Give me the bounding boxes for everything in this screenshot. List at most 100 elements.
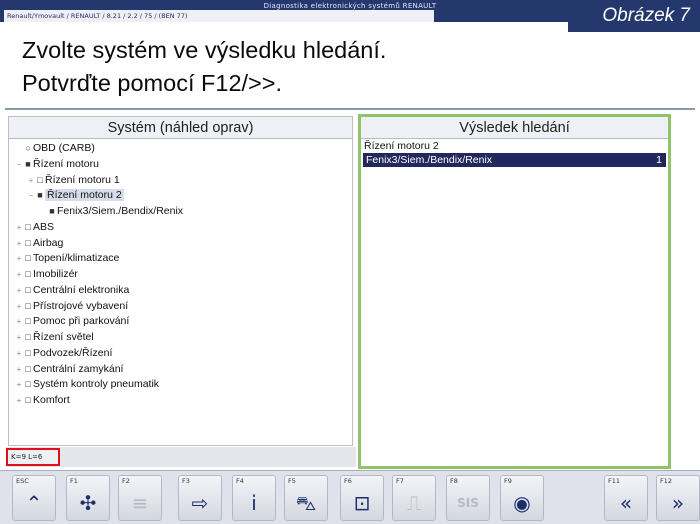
- search-result-panel: Výsledek hledání Řízení motoru 2 Fenix3/S…: [358, 114, 671, 469]
- function-key-label: F9: [504, 477, 512, 485]
- expand-icon[interactable]: +: [15, 220, 23, 236]
- tree-item[interactable]: ○ OBD (CARB): [9, 141, 352, 157]
- tree-node-icon: □: [25, 237, 31, 248]
- tree-node-icon: □: [25, 269, 31, 279]
- function-key-label: F1: [70, 477, 78, 485]
- system-tree-panel: Systém (náhled oprav) ○ OBD (CARB) − ■ Řízen…: [8, 116, 353, 446]
- tree-item-label: OBD (CARB): [33, 142, 95, 154]
- function-key-label: ESC: [16, 477, 29, 485]
- divider: [5, 108, 695, 110]
- tree-item-label: Podvozek/Řízení: [33, 346, 113, 359]
- info-icon: i: [251, 491, 257, 515]
- expand-icon[interactable]: +: [15, 267, 23, 283]
- function-key-f11[interactable]: F11 «: [604, 475, 648, 521]
- expand-icon[interactable]: +: [15, 314, 23, 330]
- tree-item-label: Řízení světel: [33, 331, 94, 343]
- tree-item[interactable]: + □ Komfort: [9, 393, 352, 409]
- function-key-label: F11: [608, 477, 621, 485]
- function-key-label: F7: [396, 477, 404, 485]
- tree-node-icon: ■: [37, 190, 43, 201]
- function-key-toolbar: ESC ⌃ F1 ✣ F2 ≡ F3 ⇨ F4 i F5 ⛍ F6 ⊡ F7 ⎍ F8 SIS F9 ◉ F11 «F12…: [0, 470, 700, 524]
- expand-icon[interactable]: +: [15, 251, 23, 267]
- tree-item[interactable]: + □ Topení/klimatizace: [9, 251, 352, 267]
- tree-item-label: Řízení motoru 1: [45, 173, 120, 186]
- tree-item[interactable]: + □ Centrální zamykání: [9, 362, 352, 378]
- tree-node-icon: □: [25, 221, 31, 232]
- function-key-f12[interactable]: F12 »: [656, 475, 700, 521]
- instruction-text: Zvolte systém ve výsledku hledání. Potvr…: [22, 34, 662, 100]
- result-count: 1: [656, 154, 662, 166]
- expand-icon[interactable]: +: [15, 330, 23, 346]
- function-key-f1[interactable]: F1 ✣: [66, 475, 110, 521]
- expand-icon[interactable]: +: [15, 346, 23, 362]
- puzzle-icon: ✣: [79, 491, 97, 515]
- tree-item[interactable]: + □ Řízení motoru 1: [9, 173, 352, 189]
- system-tree-header: Systém (náhled oprav): [9, 117, 352, 139]
- tree-node-icon: □: [25, 363, 31, 374]
- tree-item[interactable]: ■ Fenix3/Siem./Bendix/Renix: [9, 204, 352, 220]
- status-indicator: K=9 L=6: [6, 448, 60, 466]
- tree-item-label: Komfort: [33, 394, 70, 406]
- tree-item-label: Systém kontroly pneumatik: [33, 378, 160, 391]
- result-label: Řízení motoru 2: [364, 140, 439, 152]
- enter-arrow-icon: ⇨: [191, 491, 209, 515]
- function-key-esc[interactable]: ESC ⌃: [12, 475, 56, 521]
- collapse-icon[interactable]: −: [27, 188, 35, 204]
- car-icon: ⛍: [295, 491, 317, 515]
- function-key-f9[interactable]: F9 ◉: [500, 475, 544, 521]
- function-key-f2[interactable]: F2 ≡: [118, 475, 162, 521]
- tree-item[interactable]: − ■ Řízení motoru 2: [9, 188, 352, 204]
- function-key-label: F6: [344, 477, 352, 485]
- back-icon: «: [619, 491, 633, 515]
- tree-node-icon: ○: [25, 143, 31, 153]
- function-key-f5[interactable]: F5 ⛍: [284, 475, 328, 521]
- tree-item[interactable]: + □ Přístrojové vybavení: [9, 299, 352, 315]
- tree-item[interactable]: + □ Systém kontroly pneumatik: [9, 377, 352, 393]
- expand-icon[interactable]: +: [27, 173, 35, 189]
- tree-item[interactable]: + □ Airbag: [9, 236, 352, 252]
- tree-node-icon: ■: [49, 206, 55, 216]
- tree-node-icon: □: [25, 300, 31, 311]
- instruction-line-1: Zvolte systém ve výsledku hledání.: [22, 37, 387, 63]
- tree-item[interactable]: + □ Podvozek/Řízení: [9, 346, 352, 362]
- tree-item[interactable]: + □ Pomoc při parkování: [9, 314, 352, 330]
- expand-icon[interactable]: +: [15, 362, 23, 378]
- tree-item[interactable]: + □ ABS: [9, 220, 352, 236]
- tree-item-label: Přístrojové vybavení: [33, 299, 129, 312]
- tree-item[interactable]: + □ Centrální elektronika: [9, 283, 352, 299]
- result-label: Fenix3/Siem./Bendix/Renix: [366, 154, 493, 166]
- function-key-f8[interactable]: F8 SIS: [446, 475, 490, 521]
- tree-item[interactable]: − ■ Řízení motoru: [9, 157, 352, 173]
- function-key-label: F5: [288, 477, 296, 485]
- expand-icon[interactable]: +: [15, 283, 23, 299]
- function-key-label: F12: [660, 477, 673, 485]
- collapse-icon[interactable]: −: [15, 157, 23, 173]
- function-key-label: F3: [182, 477, 190, 485]
- tree-item[interactable]: + □ Imobilizér: [9, 267, 352, 283]
- diagram-icon: ⊡: [353, 491, 371, 515]
- function-key-label: F4: [236, 477, 244, 485]
- tree-item[interactable]: + □ Řízení světel: [9, 330, 352, 346]
- function-key-f3[interactable]: F3 ⇨: [178, 475, 222, 521]
- expand-icon[interactable]: +: [15, 236, 23, 252]
- tree-item-label: Řízení motoru 2: [45, 189, 124, 202]
- double-chevron-up-icon: ⌃: [25, 491, 43, 515]
- tree-item-label: Airbag: [33, 236, 64, 249]
- tree-node-icon: □: [25, 347, 31, 358]
- tree-node-icon: □: [25, 284, 31, 295]
- expand-icon[interactable]: +: [15, 377, 23, 393]
- result-row[interactable]: Řízení motoru 2: [361, 139, 668, 153]
- search-result-list: Řízení motoru 2 Fenix3/Siem./Bendix/Renix…: [361, 139, 668, 167]
- tree-node-icon: □: [25, 379, 31, 390]
- tree-item-label: Centrální elektronika: [33, 283, 130, 296]
- tree-node-icon: □: [25, 253, 31, 264]
- function-key-f7[interactable]: F7 ⎍: [392, 475, 436, 521]
- result-row[interactable]: Fenix3/Siem./Bendix/Renix 1: [363, 153, 666, 167]
- breadcrumb-path: Renault/Ymovault / RENAULT / 8.21 / 2.2 …: [4, 10, 434, 22]
- function-key-f4[interactable]: F4 i: [232, 475, 276, 521]
- forward-icon: »: [671, 491, 685, 515]
- tree-node-icon: □: [25, 332, 31, 342]
- expand-icon[interactable]: +: [15, 393, 23, 409]
- function-key-f6[interactable]: F6 ⊡: [340, 475, 384, 521]
- expand-icon[interactable]: +: [15, 299, 23, 315]
